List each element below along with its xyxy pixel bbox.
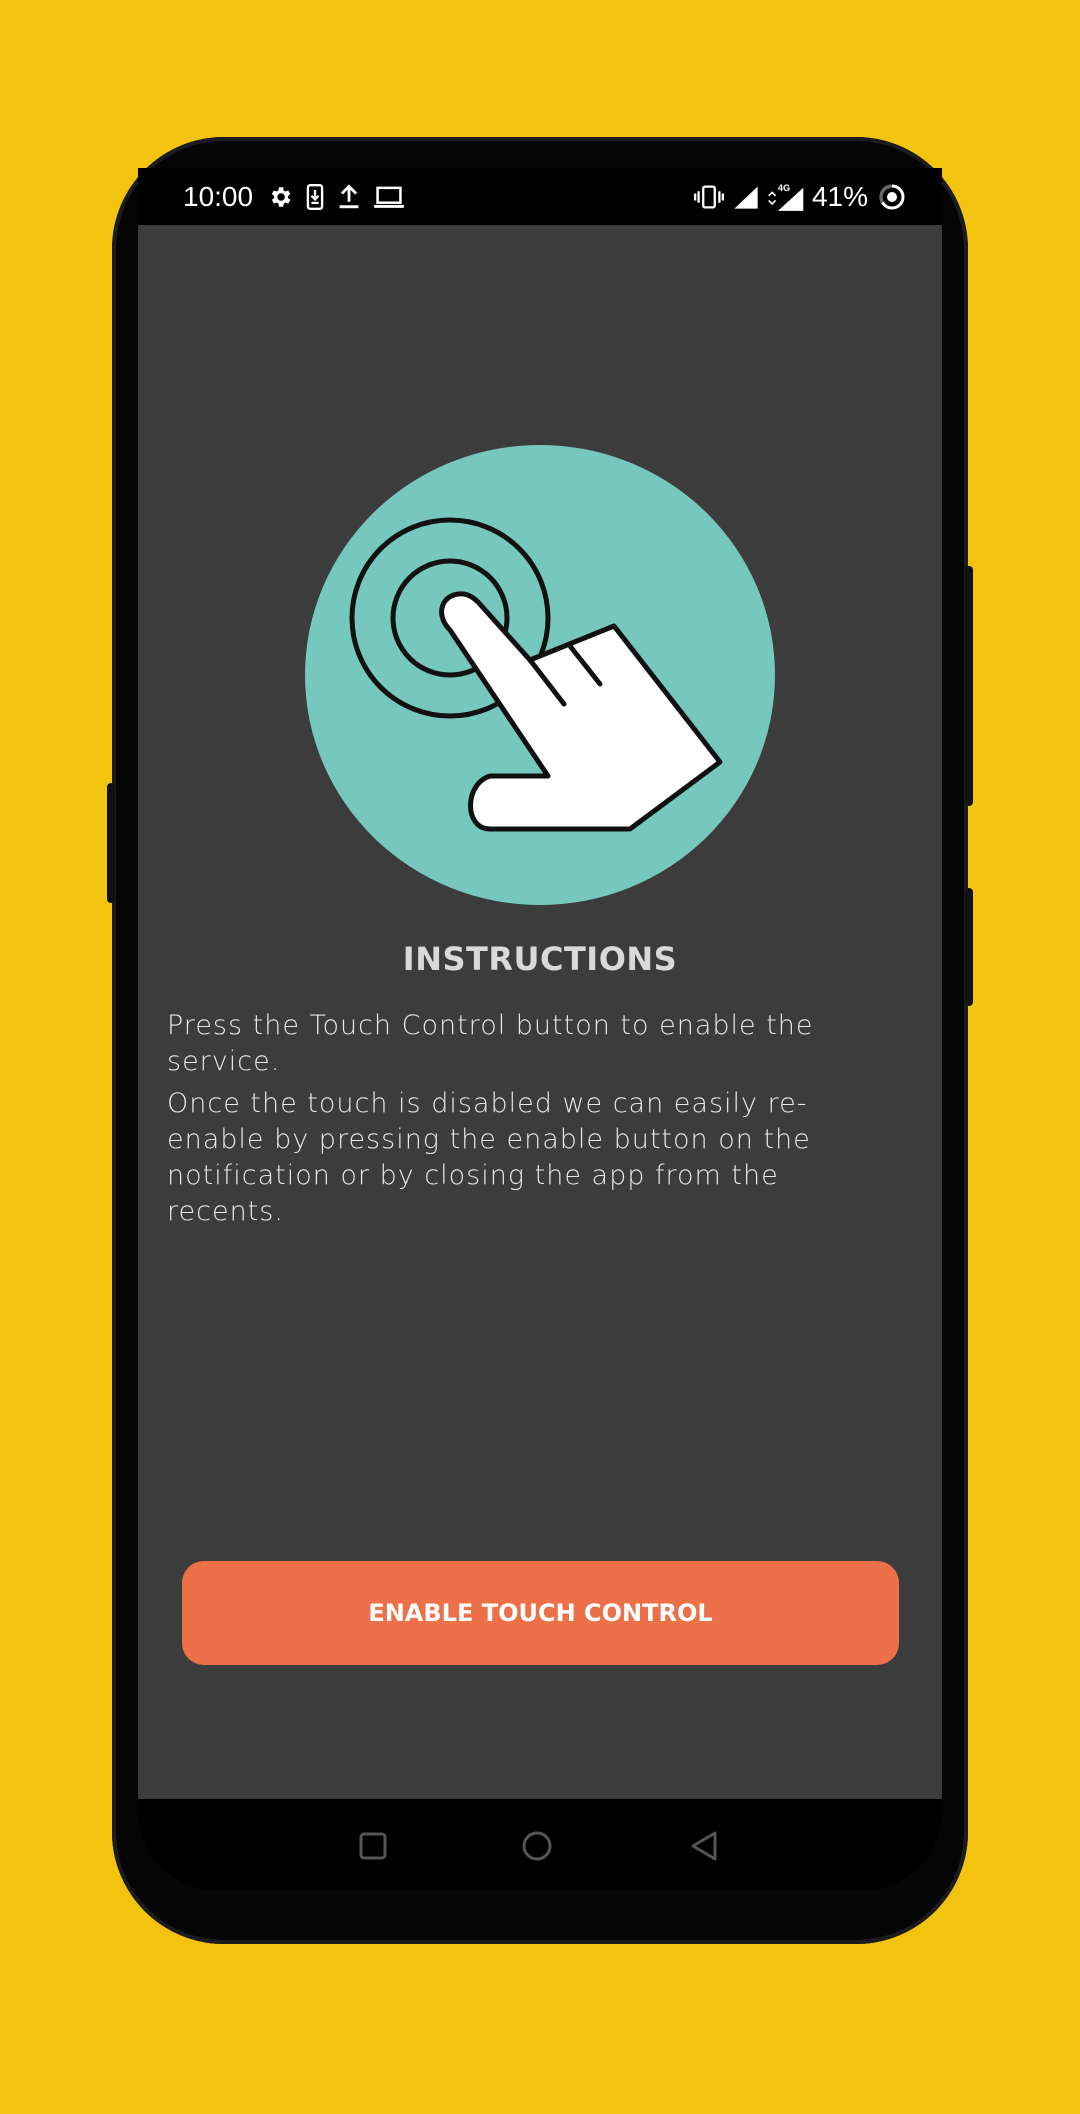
phone-power-button	[965, 888, 973, 1006]
battery-ring-icon	[878, 183, 906, 211]
instructions-text: Press the Touch Control button to enable…	[167, 1008, 867, 1236]
page-title: INSTRUCTIONS	[402, 940, 678, 978]
network-label: 4G	[778, 183, 790, 193]
signal-icon	[732, 184, 760, 210]
instruction-paragraph-2: Once the touch is disabled we can easily…	[167, 1088, 811, 1227]
back-icon[interactable]	[688, 1829, 722, 1863]
navigation-bar	[138, 1799, 942, 1890]
recents-icon[interactable]	[356, 1829, 390, 1863]
app-content: INSTRUCTIONS Press the Touch Control but…	[138, 225, 942, 1799]
phone-side-button-left	[107, 783, 115, 903]
status-time: 10:00	[183, 180, 254, 212]
phone-volume-up-button	[965, 566, 973, 806]
home-icon[interactable]	[520, 1829, 554, 1863]
enable-touch-control-button[interactable]: ENABLE TOUCH CONTROL	[182, 1561, 899, 1665]
instruction-paragraph-1: Press the Touch Control button to enable…	[167, 1010, 814, 1077]
status-right: 4G 41%	[693, 168, 906, 225]
battery-percentage: 41%	[811, 180, 868, 212]
download-icon	[305, 183, 325, 210]
lte-signal-icon: 4G	[766, 182, 806, 212]
touch-hand-icon	[304, 444, 776, 906]
laptop-icon	[373, 184, 405, 210]
vibrate-icon	[693, 184, 724, 210]
status-left: 10:00	[183, 168, 417, 225]
status-bar: 10:00 4G 41%	[138, 168, 942, 225]
settings-icon	[267, 184, 293, 210]
phone-screen: 10:00 4G 41% INSTRUCTIONS Press the Touc…	[138, 168, 942, 1890]
upload-icon	[337, 183, 361, 210]
